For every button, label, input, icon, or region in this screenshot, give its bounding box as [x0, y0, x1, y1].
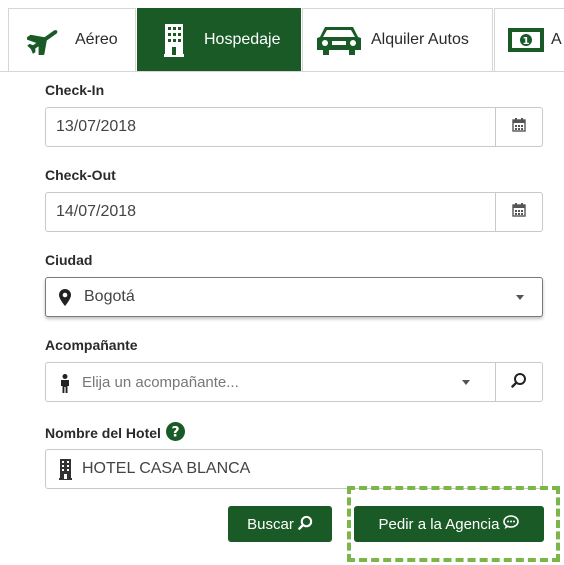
city-value: Bogotá	[84, 288, 135, 305]
hotel-name-value: HOTEL CASA BLANCA	[82, 460, 251, 477]
checkout-field[interactable]: 14/07/2018	[45, 192, 543, 232]
building-icon	[59, 459, 72, 485]
checkout-calendar-button[interactable]	[495, 193, 542, 231]
tab-hospedaje-label: Hospedaje	[204, 31, 281, 48]
tab-partial-label: A	[551, 31, 562, 48]
tabs-divider	[0, 71, 564, 72]
hotel-name-input[interactable]: HOTEL CASA BLANCA	[45, 449, 543, 489]
city-select[interactable]: Bogotá	[45, 277, 543, 317]
city-label: Ciudad	[45, 252, 93, 268]
money-icon: 1	[507, 27, 545, 53]
ask-agency-button-label: Pedir a la Agencia	[378, 515, 500, 533]
calendar-icon	[512, 202, 526, 222]
tab-partial[interactable]: 1 A	[494, 8, 564, 71]
search-button-label: Buscar	[247, 515, 294, 533]
person-icon	[60, 374, 70, 398]
chevron-down-icon	[516, 295, 524, 300]
hotel-label: Nombre del Hotel ?	[45, 422, 185, 444]
tab-hospedaje[interactable]: Hospedaje	[137, 8, 301, 71]
svg-text:?: ?	[171, 425, 179, 441]
checkout-value: 14/07/2018	[56, 203, 137, 220]
help-icon[interactable]: ?	[165, 422, 185, 444]
checkin-value: 13/07/2018	[56, 118, 137, 135]
car-icon	[315, 23, 363, 57]
svg-text:1: 1	[523, 36, 530, 47]
companion-label: Acompañante	[45, 337, 138, 353]
search-icon	[511, 372, 527, 393]
checkin-field[interactable]: 13/07/2018	[45, 107, 543, 147]
companion-placeholder: Elija un acompañante...	[82, 374, 239, 391]
chevron-down-icon	[462, 380, 470, 385]
companion-search-button[interactable]	[495, 363, 542, 401]
checkin-calendar-button[interactable]	[495, 108, 542, 146]
checkout-label: Check-Out	[45, 167, 116, 183]
plane-icon	[27, 25, 61, 55]
comment-icon	[503, 514, 520, 534]
calendar-icon	[512, 117, 526, 137]
companion-select[interactable]: Elija un acompañante...	[45, 362, 543, 402]
tab-aereo[interactable]: Aéreo	[8, 8, 136, 71]
service-tabs: Aéreo Hospedaje Alquiler Autos 1 A	[0, 0, 564, 72]
tab-alquiler-autos[interactable]: Alquiler Autos	[302, 8, 493, 71]
tab-aereo-label: Aéreo	[75, 31, 118, 48]
search-button[interactable]: Buscar	[228, 506, 332, 542]
building-icon	[164, 23, 184, 57]
ask-agency-button[interactable]: Pedir a la Agencia	[354, 506, 544, 542]
search-icon	[298, 515, 313, 534]
hotel-label-text: Nombre del Hotel	[45, 425, 161, 441]
checkin-label: Check-In	[45, 82, 105, 98]
map-marker-icon	[59, 289, 71, 311]
tab-alquiler-autos-label: Alquiler Autos	[371, 31, 469, 48]
